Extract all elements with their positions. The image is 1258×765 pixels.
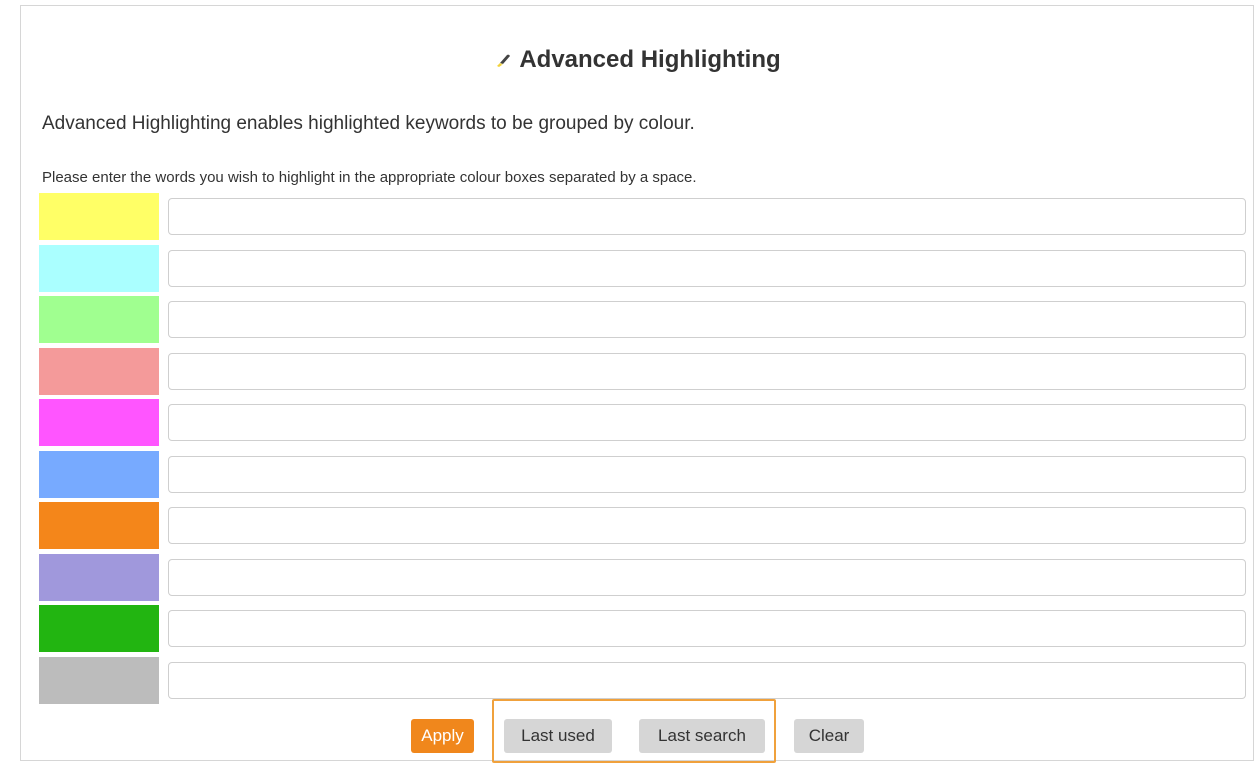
last-search-button[interactable]: Last search bbox=[639, 719, 765, 753]
highlight-row bbox=[39, 244, 1246, 292]
highlight-rows bbox=[39, 193, 1246, 708]
dialog-description: Advanced Highlighting enables highlighte… bbox=[42, 113, 695, 134]
highlight-row bbox=[39, 553, 1246, 601]
keyword-input-cyan[interactable] bbox=[168, 249, 1246, 287]
colour-swatch-yellow bbox=[39, 193, 159, 240]
colour-swatch-cyan bbox=[39, 244, 159, 292]
colour-swatch-orange bbox=[39, 502, 159, 549]
highlight-row bbox=[39, 193, 1246, 240]
dialog-instruction: Please enter the words you wish to highl… bbox=[42, 169, 697, 186]
highlight-row bbox=[39, 656, 1246, 704]
keyword-input-blue[interactable] bbox=[168, 455, 1246, 493]
colour-swatch-blue bbox=[39, 450, 159, 498]
highlighter-pen-icon bbox=[493, 50, 513, 70]
keyword-input-light-green[interactable] bbox=[168, 301, 1246, 338]
keyword-input-green[interactable] bbox=[168, 610, 1246, 647]
highlight-row bbox=[39, 347, 1246, 395]
dialog-title-text: Advanced Highlighting bbox=[519, 46, 781, 73]
keyword-input-grey[interactable] bbox=[168, 661, 1246, 699]
clear-button[interactable]: Clear bbox=[794, 719, 864, 753]
colour-swatch-magenta bbox=[39, 399, 159, 446]
highlight-row bbox=[39, 296, 1246, 343]
colour-swatch-green bbox=[39, 605, 159, 652]
dialog-title: Advanced Highlighting bbox=[21, 46, 1253, 74]
keyword-input-magenta[interactable] bbox=[168, 404, 1246, 441]
last-used-button[interactable]: Last used bbox=[504, 719, 612, 753]
apply-button[interactable]: Apply bbox=[411, 719, 474, 753]
colour-swatch-lavender bbox=[39, 553, 159, 601]
keyword-input-pink[interactable] bbox=[168, 352, 1246, 390]
keyword-input-lavender[interactable] bbox=[168, 558, 1246, 596]
colour-swatch-pink bbox=[39, 347, 159, 395]
keyword-input-yellow[interactable] bbox=[168, 198, 1246, 235]
colour-swatch-grey bbox=[39, 656, 159, 704]
highlight-row bbox=[39, 399, 1246, 446]
highlight-row bbox=[39, 450, 1246, 498]
advanced-highlighting-panel: Advanced Highlighting Advanced Highlight… bbox=[20, 5, 1254, 763]
highlight-row bbox=[39, 502, 1246, 549]
highlight-row bbox=[39, 605, 1246, 652]
keyword-input-orange[interactable] bbox=[168, 507, 1246, 544]
button-bar: Apply Last used Last search Clear bbox=[21, 712, 1253, 753]
colour-swatch-light-green bbox=[39, 296, 159, 343]
